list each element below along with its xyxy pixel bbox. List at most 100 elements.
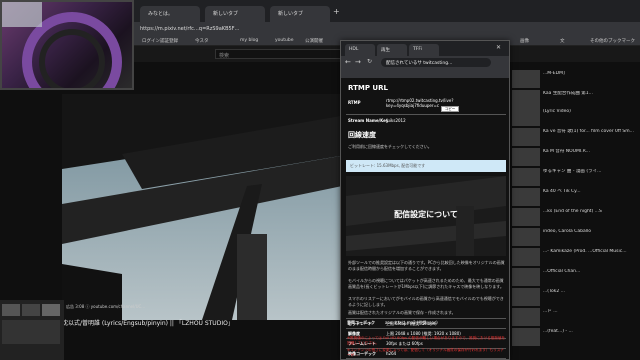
- list-item-title: indeo, Carola Caballo: [543, 229, 591, 234]
- list-item-title: ...Official Chan...: [543, 269, 581, 274]
- list-item-title: ...ド ...: [543, 309, 558, 314]
- list-item[interactable]: Ka M 音符 NOUMI.R...: [510, 146, 640, 168]
- settings-desc-2: モバイルからの視聴についてはパケットが高速されるためのため、最大でも通常の画質画…: [348, 278, 504, 289]
- settings-banner: 配信設定について: [346, 176, 506, 256]
- recommendation-list: ...M-EDM] Kaa 生配合作成曲 第1... (Lyric Video)…: [510, 62, 640, 360]
- thumb-2[interactable]: [22, 304, 40, 316]
- video-title: 沈以式/曽明誰 (Lyrics/Engsub/pinyin) || 「LZHOU…: [62, 320, 234, 327]
- list-item-title: ...M-EDM]: [543, 71, 565, 76]
- back-url[interactable]: https://m.pixiv.net/rfc…q=RzS9aKB5F…: [140, 26, 340, 32]
- footer-note-1: ※推奨値のによっては Full HD 60fps の配信が難しい場合がありますの…: [347, 336, 506, 345]
- list-item-title: ...- Kamikaze (Prod. ...Official Music..…: [543, 249, 627, 254]
- video-thumbnail: [512, 248, 540, 266]
- back-tab-label: 新しいタブ: [278, 11, 304, 17]
- list-item[interactable]: ...Official Chan...: [510, 266, 640, 288]
- list-item[interactable]: ...- Kamikaze (Prod. ...Official Music..…: [510, 246, 640, 268]
- list-item-title: ...(feat...) - ...: [543, 329, 573, 334]
- thumb-4[interactable]: [2, 320, 60, 344]
- list-item[interactable]: ...ks (End of the night) ...S: [510, 206, 640, 228]
- list-item[interactable]: (Lyric Video): [510, 106, 640, 128]
- video-thumbnail: [512, 228, 540, 246]
- video-player[interactable]: 広告 3:08 ⓘ youtube.com/channel/UC...: [62, 94, 352, 320]
- bookmark-item[interactable]: 公演開催: [305, 38, 323, 44]
- divider: [346, 328, 506, 329]
- window-tabstrip: HDL 再生 TFFi ✕: [341, 41, 509, 56]
- bookmark-item[interactable]: my blog: [240, 38, 258, 43]
- video-thumbnail: [512, 128, 540, 146]
- back-tab-3[interactable]: 新しいタブ: [270, 6, 330, 22]
- list-item-title: Ka 40 ベ Tik Cy...: [543, 189, 581, 194]
- bookmark-item[interactable]: その他のブックマーク: [590, 38, 635, 44]
- preview-image: [2, 2, 122, 88]
- tab-label: 再生: [381, 48, 390, 53]
- tab-label: HDL: [349, 47, 359, 52]
- video-thumbnail: [512, 288, 540, 306]
- back-tab-label: 新しいタブ: [213, 11, 239, 17]
- twitcasting-window: HDL 再生 TFFi ✕ ← → ↻ 配信されているサ twitcasting…: [340, 40, 510, 360]
- video-thumbnail: [512, 268, 540, 286]
- new-tab-icon[interactable]: +: [333, 7, 343, 17]
- list-item[interactable]: ...M-EDM]: [510, 68, 640, 90]
- video-overlay-text: 広告 3:08 ⓘ youtube.com/channel/UC...: [66, 304, 146, 309]
- back-tab-2[interactable]: 新しいタブ: [205, 6, 265, 22]
- list-item[interactable]: ...(Tok2 ...: [510, 286, 640, 308]
- thumb-1[interactable]: [2, 304, 20, 316]
- video-thumbnail: [512, 208, 540, 226]
- taskbar-thumbnails[interactable]: [0, 300, 64, 360]
- search-placeholder: 検索: [219, 53, 230, 59]
- bookmark-item[interactable]: youtube: [275, 38, 294, 43]
- divider: [346, 318, 506, 319]
- copy-rtmp-button[interactable]: コピー: [441, 106, 459, 112]
- address-bar[interactable]: 配信されているサ twitcasting...: [381, 58, 491, 67]
- video-thumbnail: [512, 148, 540, 166]
- reload-icon[interactable]: ↻: [367, 58, 372, 65]
- twitcasting-page: RTMP URL RTMP rtmp://rtmp02.twitcasting.…: [341, 78, 509, 359]
- video-thumbnail: [512, 108, 540, 126]
- floating-preview[interactable]: [0, 0, 134, 90]
- list-item[interactable]: ...ド ...: [510, 306, 640, 328]
- tab-label: TFFi: [413, 47, 422, 52]
- line-speed-desc: ご利用前に回線速度をチェックしてください。: [348, 144, 432, 149]
- line-speed-title: 回線速度: [348, 131, 376, 139]
- list-item[interactable]: ...(feat...) - ...: [510, 326, 640, 348]
- bookmark-item[interactable]: 文: [560, 38, 565, 44]
- forward-arrow-icon[interactable]: →: [355, 58, 361, 66]
- list-item[interactable]: Ka 40 ベ Tik Cy...: [510, 186, 640, 208]
- list-item-title: ゆるキャン 曲 - 漫画 (ライ...: [543, 169, 602, 174]
- back-tab-label: みなとは。: [148, 11, 174, 17]
- window-bookmarks-bar: [341, 69, 509, 78]
- video-thumbnail: [512, 308, 540, 326]
- window-tab-2[interactable]: 再生: [377, 44, 407, 56]
- back-arrow-icon[interactable]: ←: [345, 58, 351, 66]
- divider: [346, 114, 506, 115]
- window-tab-1[interactable]: HDL: [345, 44, 375, 56]
- line-speed-result: ビットレート: 15.63Mbps, 配信可能です: [346, 160, 506, 172]
- settings-desc-3: スマホのリスナーにおいてがモバイルの画質から高速通信でモバイルのでも視聴ができる…: [348, 296, 504, 307]
- rtmp-label: RTMP: [348, 100, 361, 105]
- list-item-title: ...ks (End of the night) ...S: [543, 209, 602, 214]
- bookmark-item[interactable]: 今スタ: [195, 38, 209, 44]
- list-item[interactable]: indeo, Carola Caballo: [510, 226, 640, 248]
- list-item-title: Ka M 音符 NOUMI.R...: [543, 149, 590, 154]
- window-tab-3[interactable]: TFFi: [409, 44, 439, 56]
- settings-desc-1: 外部ツールでの推奨設定は以下の通りです。PCから比較回した映像をオリジナルの画質…: [348, 260, 505, 271]
- thumb-3[interactable]: [42, 304, 60, 316]
- bookmark-item[interactable]: 画像: [520, 38, 529, 44]
- bookmark-item[interactable]: ログイン認証登録: [142, 38, 178, 44]
- list-item-title: ...(Tok2 ...: [543, 289, 565, 294]
- audio-codec-label: 音声コーデック: [347, 320, 375, 325]
- back-tab-1[interactable]: みなとは。: [140, 6, 200, 22]
- video-thumbnail: [512, 328, 540, 346]
- stream-key-value[interactable]: fuiks2012: [386, 118, 406, 123]
- list-item[interactable]: Ka ve 音符 歌(1) for... film cover 0ff Sm..…: [510, 126, 640, 148]
- video-frame-image: [62, 94, 352, 320]
- rtmp-title: RTMP URL: [348, 84, 388, 92]
- video-thumbnail: [512, 70, 540, 88]
- footer-note-2: ※コンテンツの長さに変更によっては、配信して（オリジナル画質の保存が行われます）…: [347, 348, 504, 357]
- settings-title: 配信設定について: [394, 210, 458, 219]
- close-window-icon[interactable]: ✕: [496, 44, 501, 51]
- list-item-title: Ka ve 音符 歌(1) for... film cover 0ff Sm..…: [543, 129, 634, 134]
- list-item[interactable]: ゆるキャン 曲 - 漫画 (ライ...: [510, 166, 640, 188]
- video-thumbnail: [512, 188, 540, 206]
- audio-codec-value: aac または mp3 (推奨: aac): [385, 320, 438, 325]
